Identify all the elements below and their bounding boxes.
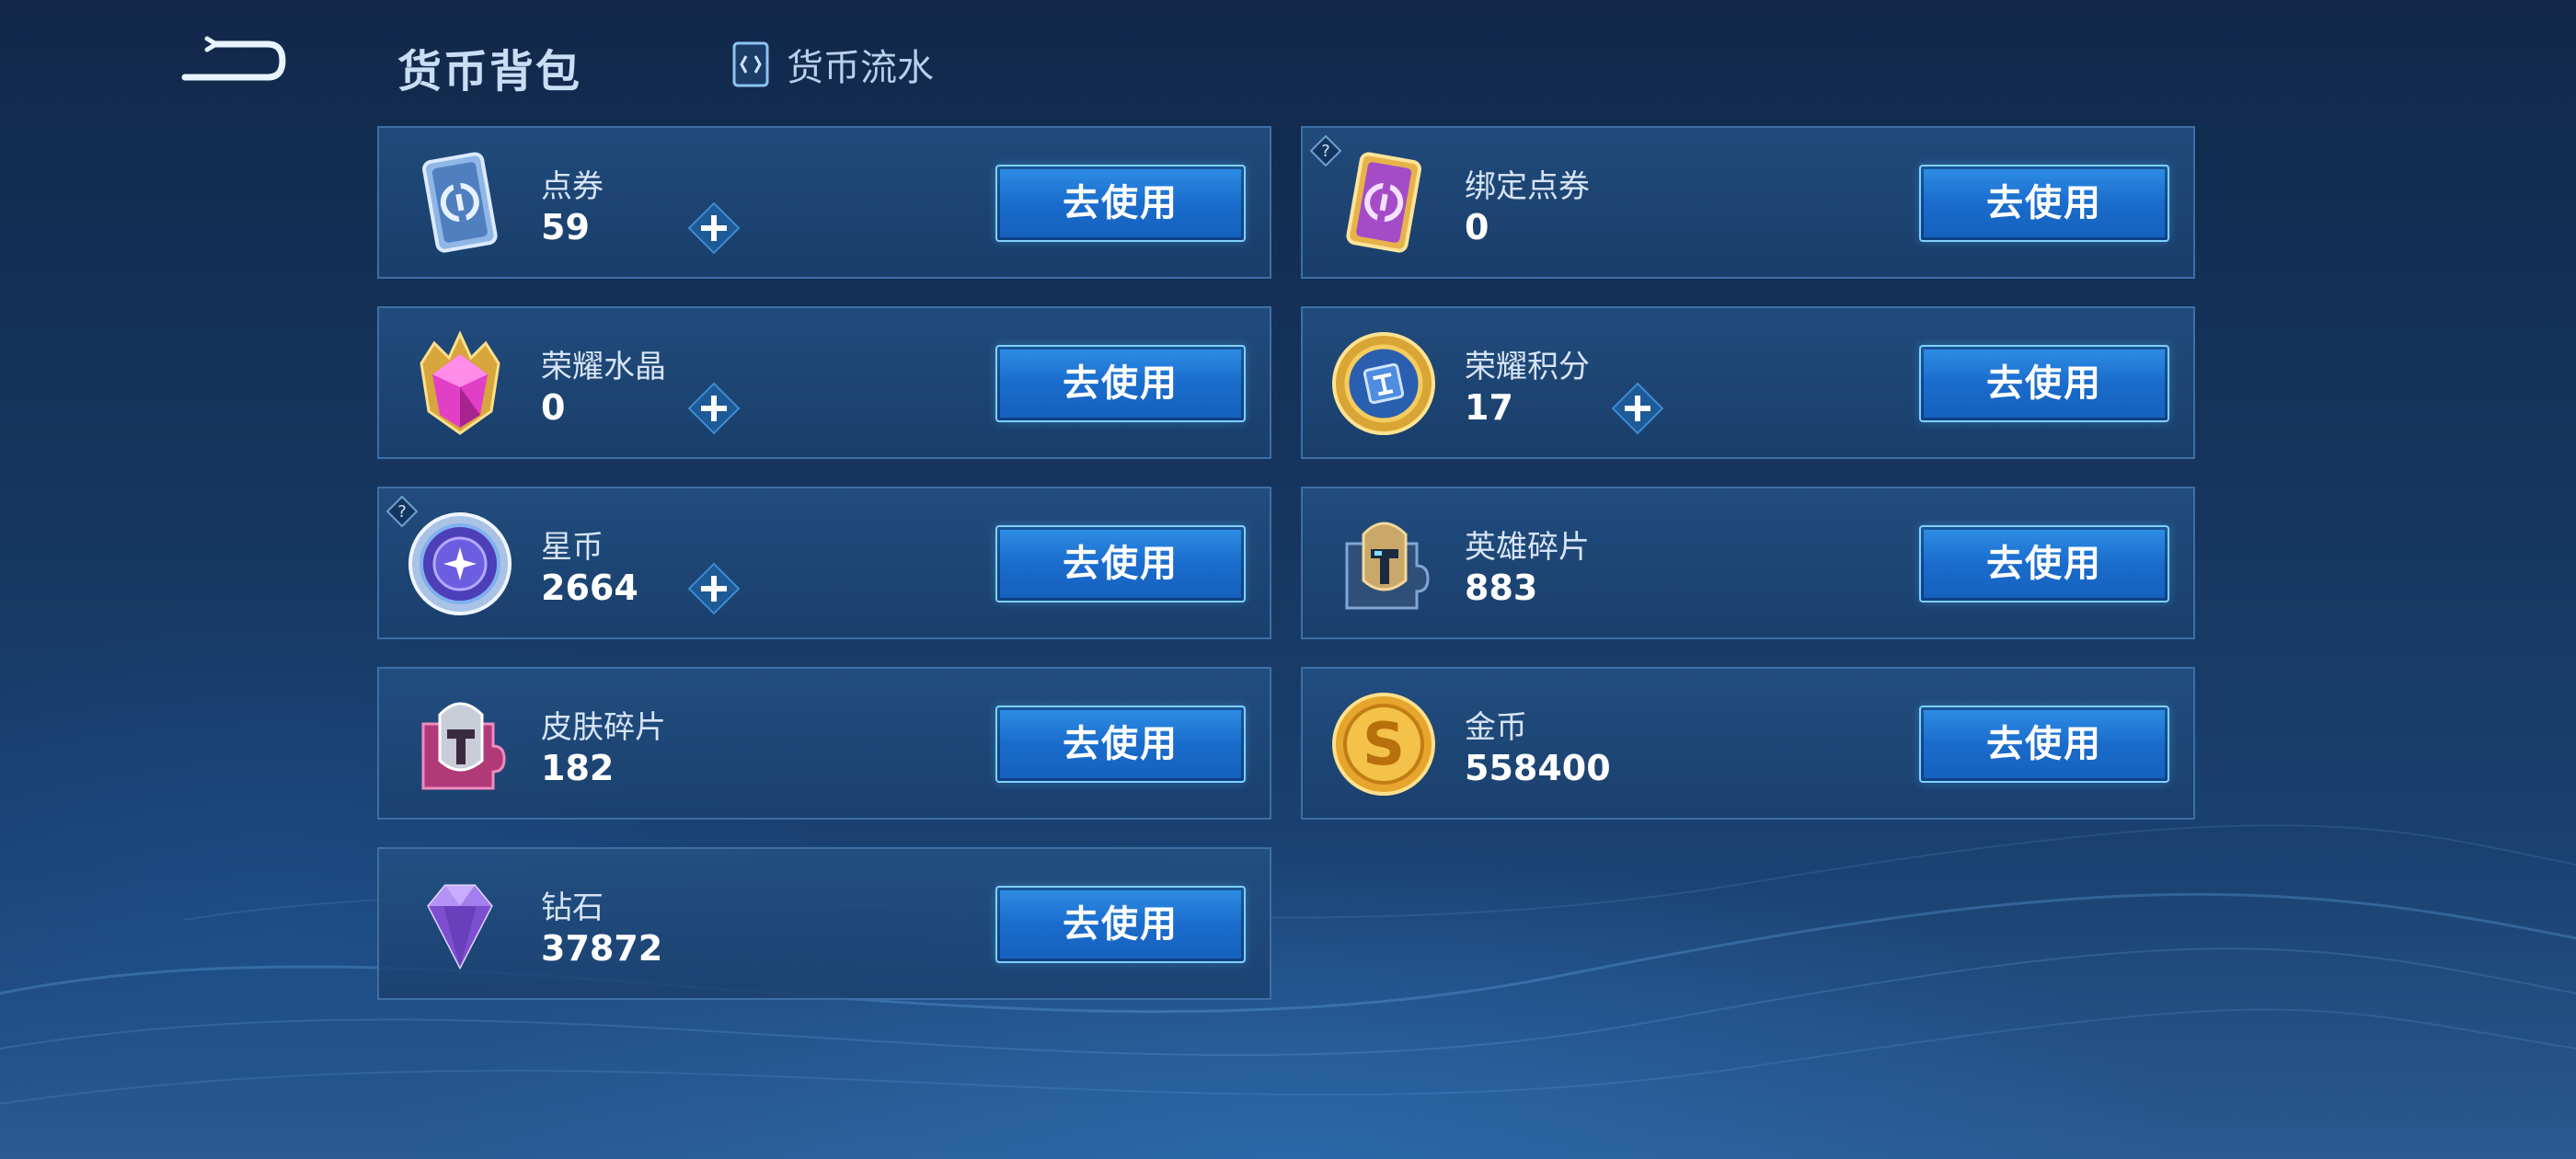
currency-flow-tab[interactable]: 货币流水 (731, 39, 934, 90)
currency-amount: 37872 (541, 928, 663, 969)
currency-card-glory-crystal: 荣耀水晶 0 去使用 (377, 306, 1271, 459)
currency-name: 星币 (541, 529, 604, 566)
back-arrow-icon[interactable] (179, 35, 288, 90)
add-plus-icon[interactable] (687, 201, 741, 255)
flow-tab-label: 货币流水 (787, 47, 934, 89)
add-plus-icon[interactable] (1611, 382, 1664, 435)
page-title: 货币背包 (397, 46, 582, 98)
currency-amount: 0 (541, 387, 566, 428)
add-plus-icon[interactable] (687, 382, 741, 435)
currency-name: 绑定点券 (1465, 168, 1590, 205)
currency-amount: 182 (541, 748, 615, 788)
currency-name: 荣耀水晶 (541, 349, 666, 385)
currency-amount: 17 (1465, 387, 1513, 428)
use-button[interactable]: 去使用 (995, 886, 1246, 963)
glory-points-icon (1332, 332, 1435, 435)
currency-amount: 0 (1465, 207, 1489, 247)
use-button[interactable]: 去使用 (995, 525, 1246, 602)
use-button[interactable]: 去使用 (1919, 165, 2169, 242)
use-button[interactable]: 去使用 (1919, 345, 2169, 422)
currency-amount: 2664 (541, 568, 638, 608)
use-button[interactable]: 去使用 (995, 345, 1246, 422)
currency-card-skin-fragment: 皮肤碎片 182 去使用 (377, 667, 1271, 820)
currency-amount: 883 (1465, 568, 1538, 608)
currency-name: 荣耀积分 (1465, 349, 1590, 385)
currency-card-hero-fragment: 英雄碎片 883 去使用 (1301, 487, 2195, 639)
flow-record-icon (732, 41, 769, 87)
use-button[interactable]: 去使用 (995, 706, 1246, 783)
currency-amount: 558400 (1465, 748, 1611, 788)
bound-voucher-card-icon (1346, 152, 1421, 253)
currency-name: 钻石 (541, 889, 604, 926)
hero-fragment-icon (1345, 522, 1430, 610)
star-coin-icon (408, 512, 512, 615)
voucher-card-icon (422, 152, 498, 253)
currency-card-diamond: 钻石 37872 去使用 (377, 847, 1271, 1000)
currency-name: 金币 (1465, 709, 1527, 746)
currency-name: 英雄碎片 (1465, 529, 1590, 566)
currency-card-voucher: 点券 59 去使用 (377, 126, 1271, 279)
use-button[interactable]: 去使用 (995, 165, 1246, 242)
currency-name: 皮肤碎片 (541, 709, 666, 746)
gold-coin-icon: S (1332, 693, 1435, 796)
use-button[interactable]: 去使用 (1919, 706, 2169, 783)
glory-crystal-icon (420, 330, 500, 435)
currency-amount: 59 (541, 207, 590, 247)
currency-card-gold-coin: S 金币 558400 去使用 (1301, 667, 2195, 820)
currency-card-star-coin: ? 星币 2664 去使用 (377, 487, 1271, 639)
currency-card-glory-points: 荣耀积分 17 去使用 (1301, 306, 2195, 459)
use-button[interactable]: 去使用 (1919, 525, 2169, 602)
currency-card-bound-voucher: ? 绑定点券 0 去使用 (1301, 126, 2195, 279)
skin-fragment-icon (421, 702, 506, 790)
currency-name: 点券 (541, 168, 604, 205)
add-plus-icon[interactable] (687, 562, 741, 615)
diamond-icon (427, 884, 493, 970)
svg-text:S: S (1363, 711, 1405, 779)
